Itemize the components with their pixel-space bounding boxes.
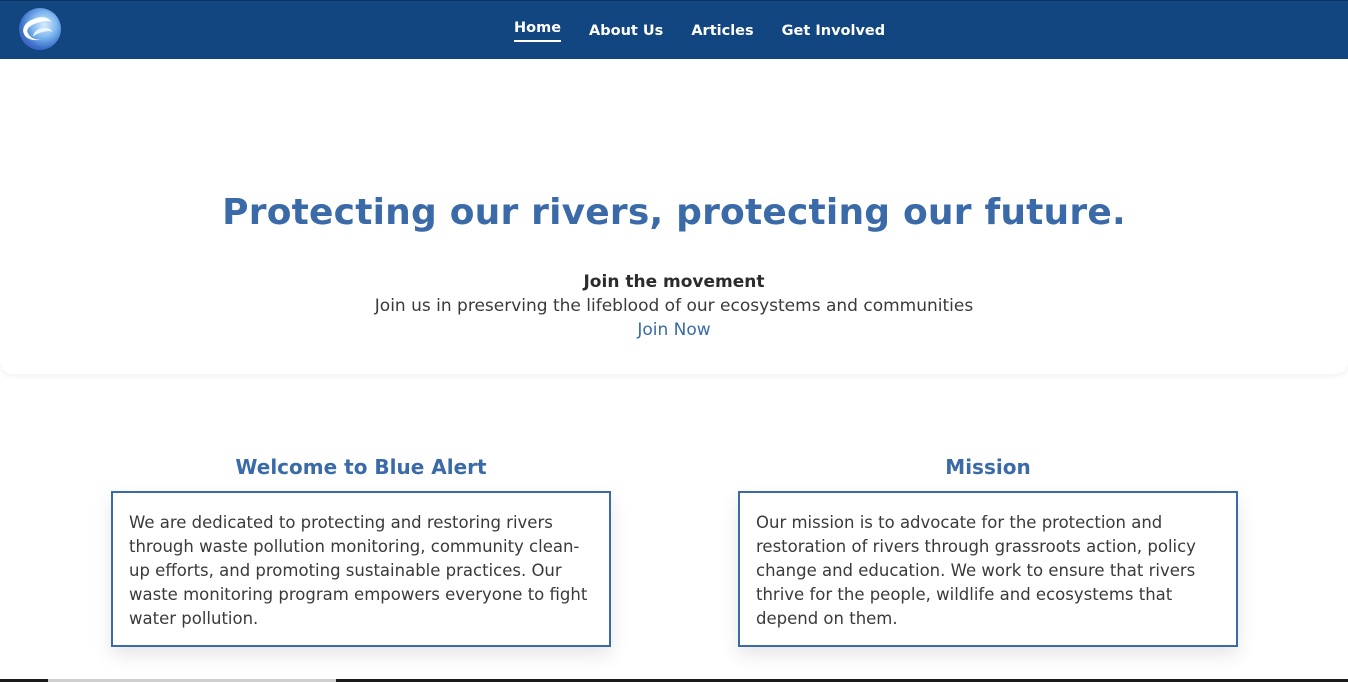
- nav-link-articles[interactable]: Articles: [677, 23, 767, 39]
- mission-card: Our mission is to advocate for the prote…: [738, 491, 1238, 647]
- mission-title: Mission: [945, 455, 1031, 479]
- hero-banner: Protecting our rivers, protecting our fu…: [0, 59, 1348, 374]
- welcome-section: Welcome to Blue Alert We are dedicated t…: [111, 455, 611, 647]
- hero-title: Protecting our rivers, protecting our fu…: [222, 192, 1126, 233]
- main-nav: Home About Us Articles Get Involved: [500, 1, 899, 60]
- wave-logo-icon[interactable]: [19, 8, 61, 50]
- mission-section: Mission Our mission is to advocate for t…: [738, 455, 1238, 647]
- join-now-link[interactable]: Join Now: [0, 320, 1348, 340]
- nav-link-about-us[interactable]: About Us: [575, 23, 677, 39]
- hero-subheading: Join the movement: [583, 272, 765, 292]
- welcome-card: We are dedicated to protecting and resto…: [111, 491, 611, 647]
- hero-description: Join us in preserving the lifeblood of o…: [374, 296, 974, 316]
- nav-link-home[interactable]: Home: [500, 20, 575, 42]
- welcome-title: Welcome to Blue Alert: [235, 455, 487, 479]
- nav-link-get-involved[interactable]: Get Involved: [768, 23, 899, 39]
- top-navbar: Home About Us Articles Get Involved: [0, 0, 1348, 59]
